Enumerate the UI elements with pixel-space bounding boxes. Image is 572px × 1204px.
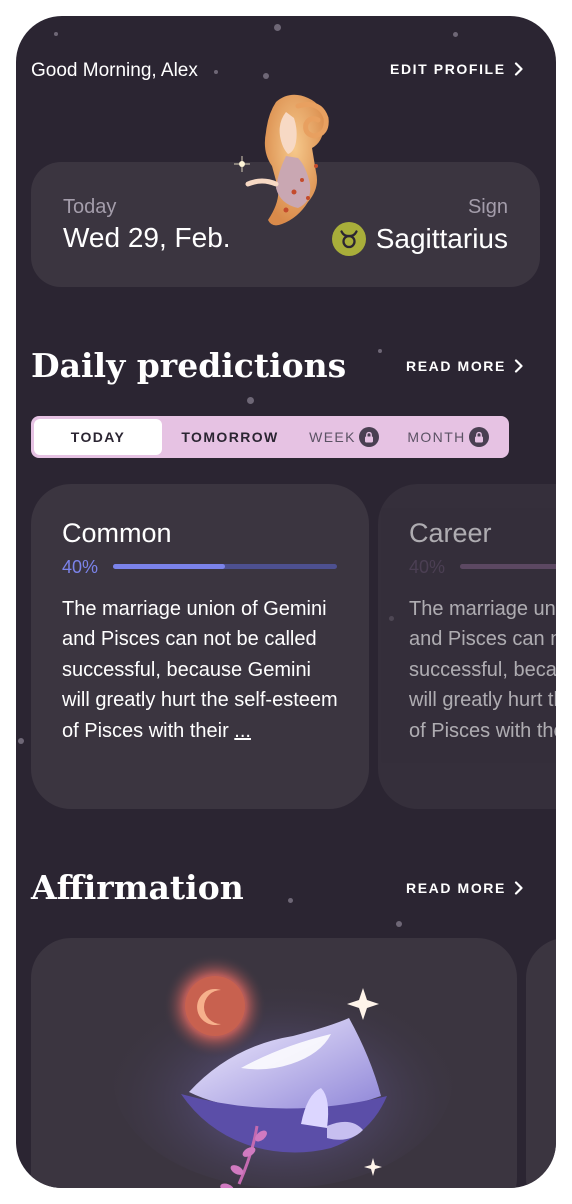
star-dot bbox=[18, 738, 24, 744]
read-more-label: READ MORE bbox=[406, 880, 506, 896]
prediction-body: The marriage union of Gemini and Pisces … bbox=[409, 598, 556, 742]
edit-profile-label: EDIT PROFILE bbox=[390, 61, 506, 77]
chevron-right-icon bbox=[514, 359, 523, 373]
star-dot bbox=[453, 32, 458, 37]
star-dot bbox=[247, 397, 254, 404]
star-dot bbox=[288, 898, 293, 903]
star-dot bbox=[214, 70, 218, 74]
prediction-card-title: Common bbox=[62, 518, 172, 548]
prediction-text: The marriage union of Gemini and Pisces … bbox=[62, 594, 344, 746]
prediction-more-link[interactable]: ... bbox=[234, 720, 251, 742]
edit-profile-button[interactable]: EDIT PROFILE bbox=[390, 61, 524, 77]
chevron-right-icon bbox=[514, 881, 523, 895]
tab-label: WEEK bbox=[309, 429, 356, 445]
affirmation-title: Affirmation bbox=[31, 868, 244, 907]
chevron-right-icon bbox=[514, 62, 523, 76]
star-dot bbox=[263, 73, 269, 79]
date-value: Wed 29, Feb. bbox=[63, 222, 231, 253]
tab-tomorrow[interactable]: TOMORROW bbox=[165, 419, 295, 455]
prediction-card-common[interactable]: Common 40% The marriage union of Gemini … bbox=[31, 484, 369, 809]
sign-row: Sagittarius bbox=[331, 222, 508, 256]
prediction-progress-fill bbox=[460, 564, 556, 569]
prediction-card-title: Career bbox=[409, 518, 492, 548]
lock-icon bbox=[468, 427, 489, 447]
greeting-text: Good Morning, Alex bbox=[31, 60, 198, 81]
daily-read-more-button[interactable]: READ MORE bbox=[406, 358, 524, 374]
app-screen: Good Morning, Alex EDIT PROFILE Today We… bbox=[16, 16, 556, 1188]
prediction-text: The marriage union of Gemini and Pisces … bbox=[409, 594, 556, 746]
affirmation-card[interactable] bbox=[31, 938, 517, 1188]
prediction-progress-bar bbox=[113, 564, 337, 569]
sign-value: Sagittarius bbox=[375, 223, 508, 254]
prediction-percent: 40% bbox=[409, 557, 446, 577]
tab-label: MONTH bbox=[407, 429, 466, 445]
lock-icon bbox=[358, 427, 379, 447]
prediction-body: The marriage union of Gemini and Pisces … bbox=[62, 598, 338, 742]
affirmation-read-more-button[interactable]: READ MORE bbox=[406, 880, 524, 896]
prediction-card-career[interactable]: Career 40% The marriage union of Gemini … bbox=[378, 484, 556, 809]
read-more-label: READ MORE bbox=[406, 358, 506, 374]
tab-today[interactable]: TODAY bbox=[34, 419, 162, 455]
zodiac-illustration bbox=[234, 94, 329, 226]
star-dot bbox=[396, 921, 402, 927]
moon-mountain-illustration bbox=[113, 954, 453, 1188]
prediction-progress-bar bbox=[460, 564, 556, 569]
prediction-progress-fill bbox=[113, 564, 225, 569]
tab-week[interactable]: WEEK bbox=[297, 419, 391, 455]
star-dot bbox=[274, 24, 281, 31]
sign-label: Sign bbox=[467, 196, 508, 218]
affirmation-card-next[interactable] bbox=[526, 938, 556, 1188]
prediction-percent: 40% bbox=[62, 557, 99, 577]
star-dot bbox=[378, 349, 382, 353]
period-tabs: TODAY TOMORROW WEEK MONTH bbox=[31, 416, 509, 458]
tab-month[interactable]: MONTH bbox=[393, 419, 503, 455]
star-dot bbox=[54, 32, 58, 36]
tab-label: TODAY bbox=[70, 429, 126, 445]
tab-label: TOMORROW bbox=[181, 429, 279, 445]
date-label: Today bbox=[63, 196, 117, 218]
daily-predictions-title: Daily predictions bbox=[31, 346, 347, 385]
